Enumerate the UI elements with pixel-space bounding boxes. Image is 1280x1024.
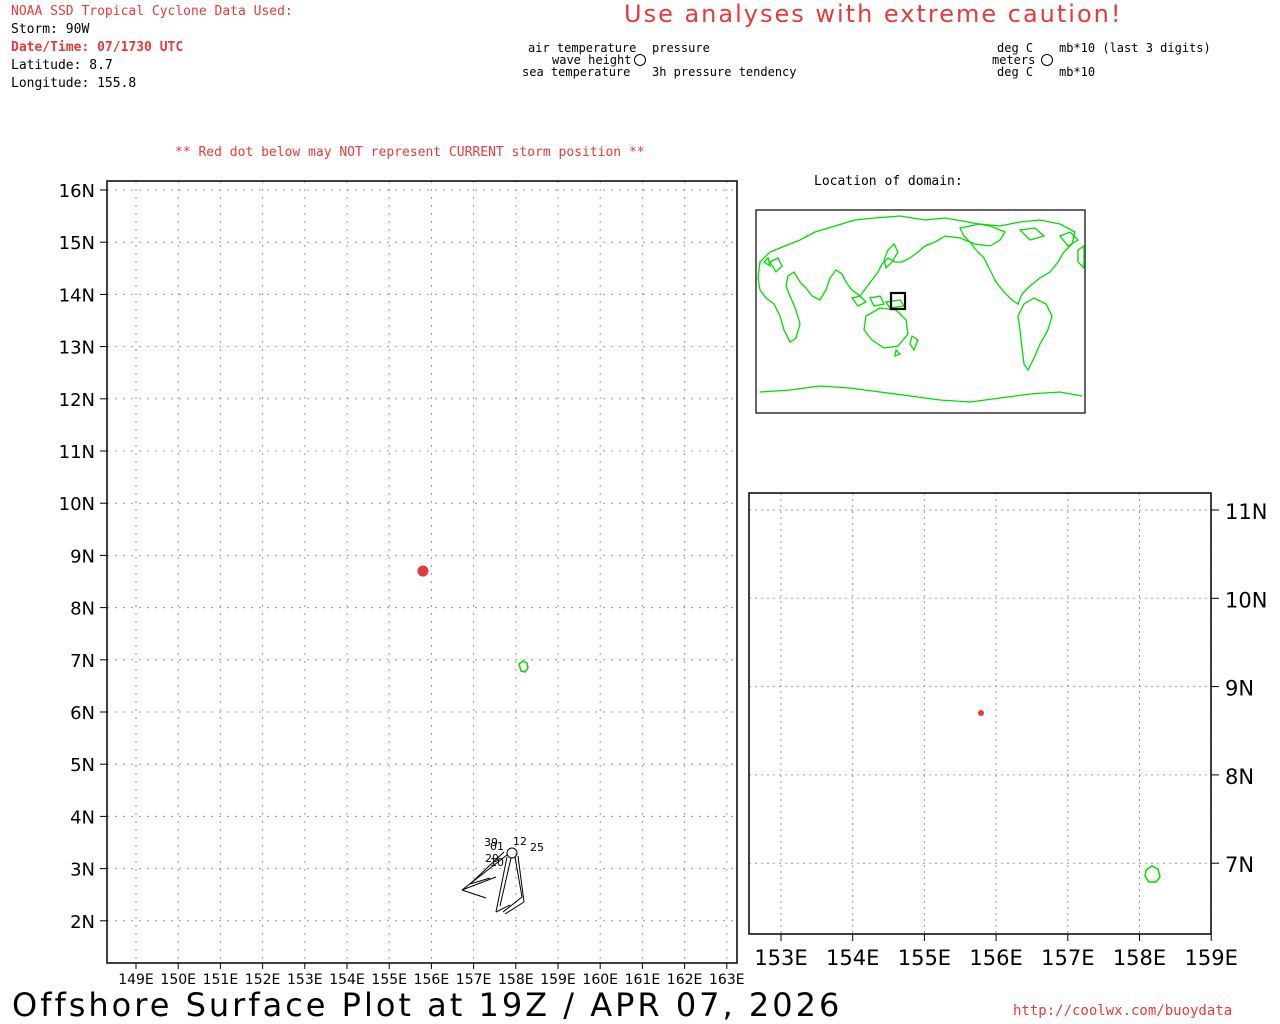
main-map: 16N 15N 14N 13N 12N 11N 10N 9N 8N 7N 6N 5N 4N 3N 2N 14… — [59, 180, 745, 988]
station-label: 25 — [530, 841, 544, 854]
zoom-map-lat-labels: 11N 10N 9N 8N 7N — [1225, 500, 1267, 877]
legend-station-circle-left — [634, 54, 646, 66]
lon-label: 156E — [969, 946, 1022, 970]
lon-label: 155E — [898, 946, 951, 970]
lat-label: 8N — [1225, 765, 1254, 789]
lat-label: 9N — [70, 546, 95, 567]
station-label: 10 — [490, 856, 504, 869]
main-map-lat-labels: 16N 15N 14N 13N 12N 11N 10N 9N 8N 7N 6N 5N 4N 3N 2N — [59, 181, 95, 933]
lat-label: 10N — [1225, 588, 1267, 612]
lat-label: 3N — [70, 860, 95, 881]
wind-barb-flag — [461, 876, 497, 891]
plot-title: Offshore Surface Plot at 19Z / APR 07, 2… — [12, 986, 843, 1024]
lat-label: 9N — [1225, 677, 1254, 701]
lat-label: 11N — [59, 442, 95, 463]
station-label: 12 — [513, 835, 527, 848]
lon-label: 157E — [1041, 946, 1094, 970]
lat-label: 7N — [70, 651, 95, 672]
wind-barb-flag — [461, 889, 487, 899]
storm-position-dot — [417, 565, 429, 577]
locator-map-frame — [755, 209, 1086, 414]
locator-map — [755, 209, 1086, 414]
lon-label: 158E — [1113, 946, 1166, 970]
storm-position-dot — [978, 710, 984, 716]
lat-label: 11N — [1225, 500, 1267, 524]
lat-label: 14N — [59, 285, 95, 306]
source-url-link[interactable]: http://coolwx.com/buoydata — [1013, 1003, 1232, 1019]
lat-label: 8N — [70, 599, 95, 620]
zoom-map-ticks — [780, 509, 1219, 941]
zoom-map: 11N 10N 9N 8N 7N 153E 154E 155E 156E 157E 158E 159… — [748, 492, 1267, 970]
lat-label: 16N — [59, 181, 95, 202]
island-outline — [518, 660, 529, 673]
lat-label: 6N — [70, 703, 95, 724]
lat-label: 13N — [59, 338, 95, 359]
lat-label: 12N — [59, 390, 95, 411]
lon-label: 153E — [754, 946, 807, 970]
lat-label: 2N — [70, 912, 95, 933]
map-canvas: 16N 15N 14N 13N 12N 11N 10N 9N 8N 7N 6N 5N 4N 3N 2N 14… — [59, 54, 1267, 988]
lat-label: 4N — [70, 807, 95, 828]
station-cluster-labels: 39 01 12 29 10 25 — [484, 835, 544, 869]
lat-label: 5N — [70, 755, 95, 776]
lon-label: 159E — [1185, 946, 1238, 970]
main-map-ticks — [100, 189, 728, 969]
island-outline — [1144, 865, 1161, 883]
zoom-map-lon-labels: 153E 154E 155E 156E 157E 158E 159E — [754, 946, 1238, 970]
lat-label: 7N — [1225, 853, 1254, 877]
lon-label: 154E — [826, 946, 879, 970]
lat-label: 10N — [59, 494, 95, 515]
legend-station-circle-right — [1041, 54, 1053, 66]
lat-label: 15N — [59, 233, 95, 254]
